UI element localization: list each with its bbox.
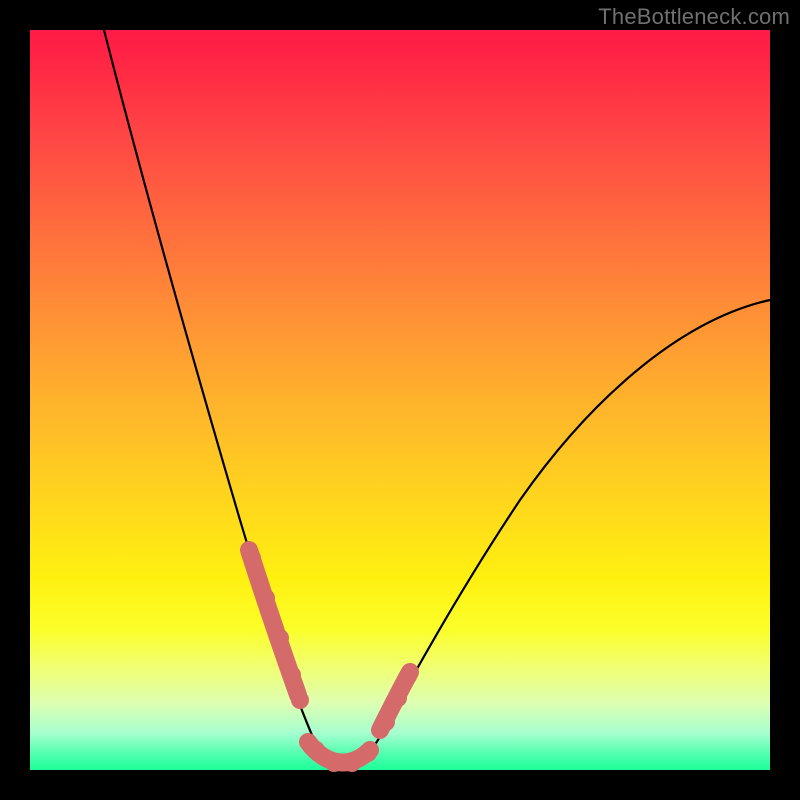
watermark-text: TheBottleneck.com	[598, 4, 790, 30]
highlight-dot	[283, 666, 301, 684]
highlight-dot	[389, 689, 407, 707]
highlight-dot	[343, 754, 361, 772]
highlight-dot	[359, 744, 377, 762]
highlight-dot	[399, 667, 417, 685]
highlight-dot	[325, 754, 343, 772]
highlight-dot	[291, 691, 309, 709]
chart-frame: TheBottleneck.com	[0, 0, 800, 800]
curve-layer	[30, 30, 770, 770]
plot-area	[30, 30, 770, 770]
highlight-dot	[307, 741, 325, 759]
bottleneck-curve	[104, 30, 770, 768]
highlight-dot	[257, 589, 275, 607]
highlight-dot	[271, 629, 289, 647]
highlight-dot	[243, 549, 261, 567]
highlight-dot	[377, 713, 395, 731]
